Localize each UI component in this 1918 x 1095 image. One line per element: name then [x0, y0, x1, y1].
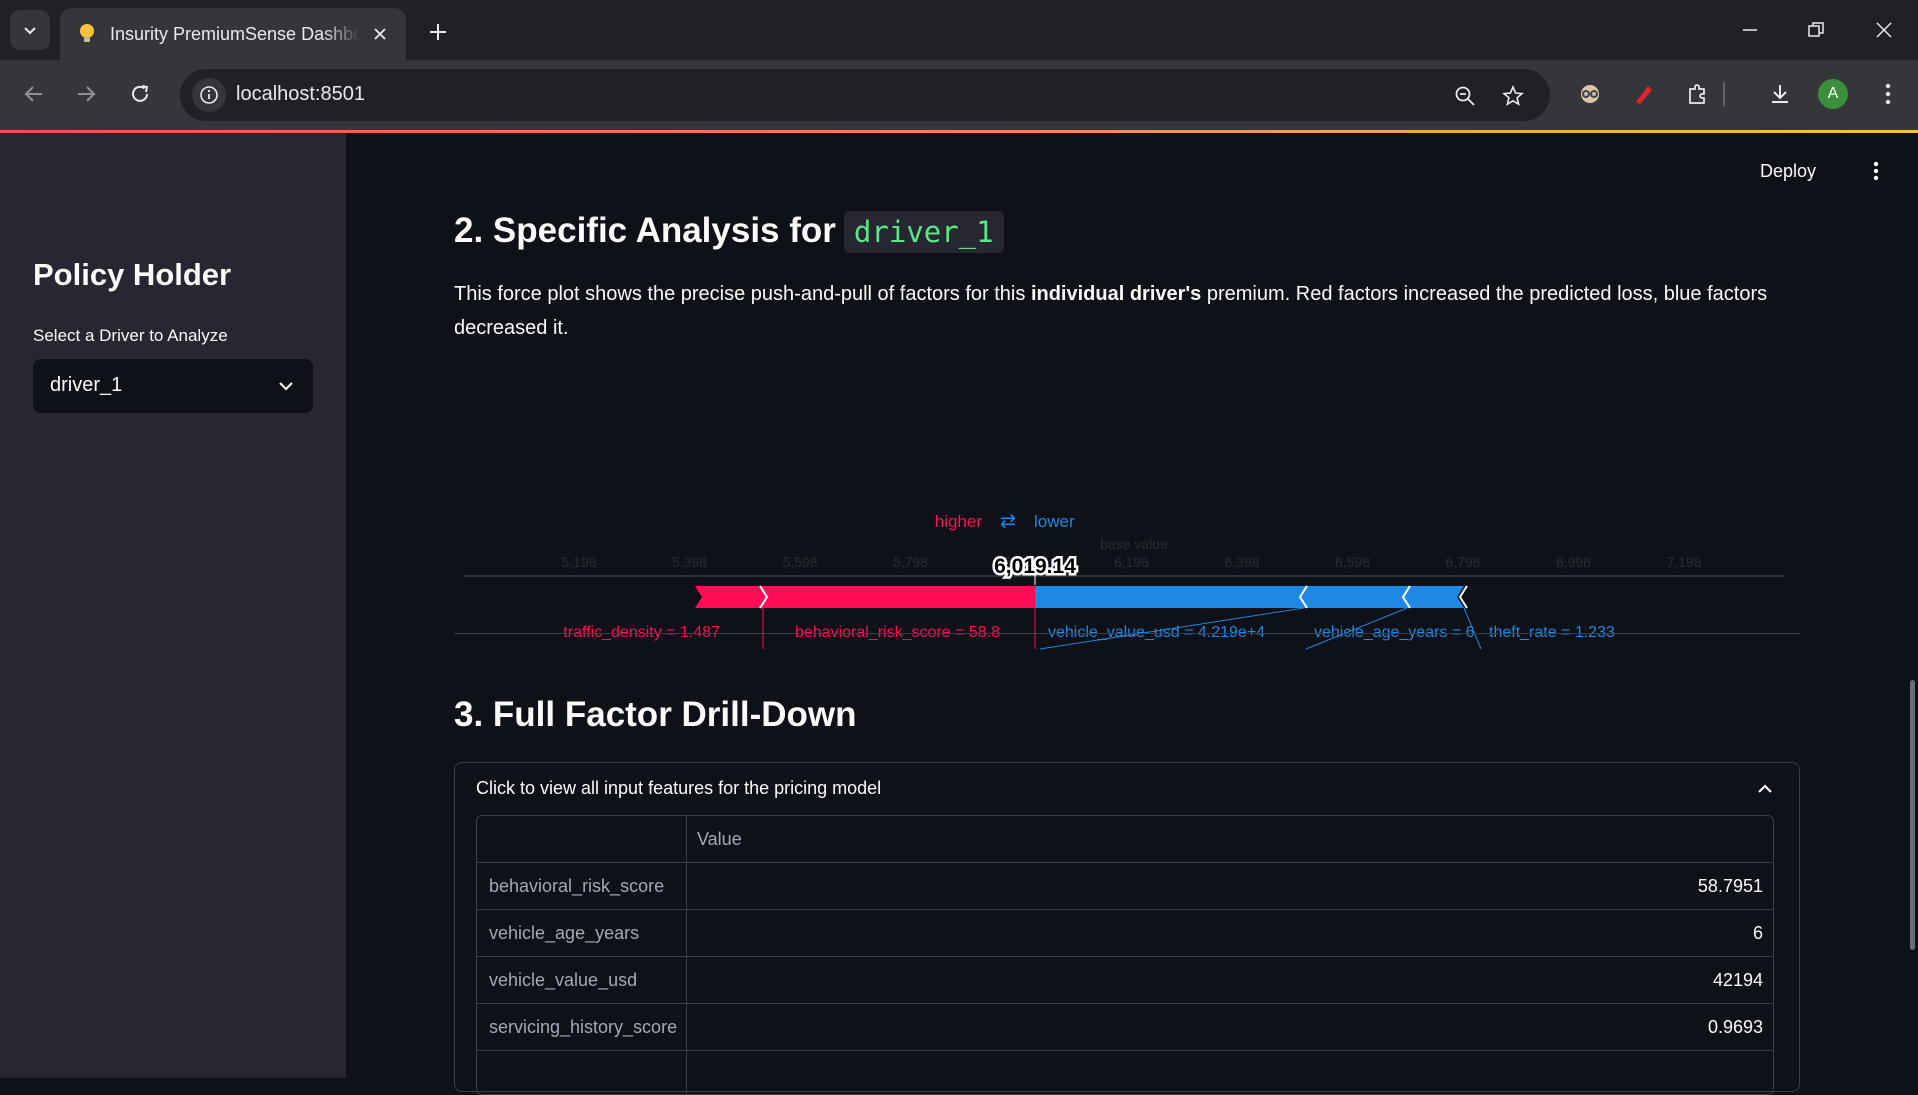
url-text[interactable]: localhost:8501 [236, 83, 365, 106]
driver-select[interactable]: driver_1 [33, 359, 313, 413]
reload-icon [132, 85, 149, 102]
sidebar: Policy Holder Select a Driver to Analyze… [0, 133, 346, 1078]
sidebar-title: Policy Holder [33, 257, 232, 292]
axis-tick-label: 6,598 [1335, 554, 1370, 570]
table-row[interactable]: servicing_history_score 0.9693 [477, 1004, 1773, 1051]
profile-initial: A [1818, 79, 1848, 109]
features-expander[interactable]: Click to view all input features for the… [454, 762, 1800, 1095]
info-icon[interactable] [192, 78, 226, 112]
chevron-down-icon [279, 382, 293, 391]
deploy-button[interactable]: Deploy [1760, 161, 1816, 182]
driver-select-label: Select a Driver to Analyze [33, 326, 228, 345]
browser-toolbar: localhost:8501 A [0, 60, 1918, 130]
new-tab-button[interactable] [420, 14, 456, 50]
browser-tab-bar: Insurity PremiumSense Dashboard [0, 0, 1918, 60]
chevron-down-icon [24, 27, 36, 35]
extension-marker-icon[interactable] [1626, 76, 1662, 112]
features-dataframe[interactable]: Value behavioral_risk_score 58.7951 vehi… [476, 815, 1774, 1095]
toolbar-separator [1722, 76, 1726, 112]
table-row[interactable]: vehicle_age_years 6 [477, 910, 1773, 957]
forward-button[interactable] [66, 74, 106, 114]
axis-tick-label: 7,198 [1666, 554, 1701, 570]
row-feature-value: 0.9693 [1707, 1017, 1763, 1037]
section2-heading-text: 2. Specific Analysis for [454, 211, 836, 250]
chevron-up-icon[interactable] [1753, 777, 1777, 801]
restore-icon [1808, 22, 1824, 37]
row-feature-name: behavioral_risk_score [477, 863, 687, 910]
table-row[interactable]: vehicle_value_usd 42194 [477, 957, 1773, 1004]
tab-title: Insurity PremiumSense Dashboard [110, 23, 360, 44]
profile-avatar[interactable]: A [1815, 76, 1851, 112]
browser-menu-icon[interactable] [1870, 76, 1906, 112]
axis-tick-label: 6,798 [1445, 554, 1480, 570]
reload-button[interactable] [120, 74, 160, 114]
plus-icon [430, 24, 446, 40]
row-feature-value: 6 [1752, 923, 1763, 943]
address-bar[interactable]: localhost:8501 [180, 69, 1550, 121]
zoom-icon[interactable] [1450, 81, 1480, 111]
row-feature-name: vehicle_age_years [477, 910, 687, 957]
axis-tick-label: 5,798 [893, 554, 928, 570]
restore-button[interactable] [1794, 10, 1838, 50]
axis-tick-label: 5,198 [561, 554, 596, 570]
lightbulb-icon [76, 23, 98, 45]
section3-heading: 3. Full Factor Drill-Down [454, 695, 857, 734]
main-content: Deploy 2. Specific Analysis for driver_1 … [346, 133, 1918, 1095]
arrow-right-icon [78, 86, 96, 102]
legend-arrows: ⇄ [1000, 511, 1016, 532]
legend-higher: higher [935, 512, 983, 531]
row-feature-value: 58.7951 [1697, 876, 1763, 896]
back-button[interactable] [14, 74, 54, 114]
row-feature-value: 42194 [1712, 970, 1763, 990]
force-plot-description: This force plot shows the precise push-a… [454, 277, 1814, 345]
page-scrollbar[interactable] [1910, 680, 1915, 950]
positive-bar [695, 586, 1035, 608]
row-feature-name [477, 1051, 687, 1094]
extension-glasses-icon[interactable] [1572, 76, 1608, 112]
output-value: 6,019.14 [994, 555, 1076, 578]
value-column-header[interactable]: Value [697, 829, 742, 850]
base-value-label: base value [1100, 536, 1168, 552]
section-divider [454, 633, 1800, 634]
legend-lower: lower [1034, 512, 1075, 531]
axis-tick-label: 6,198 [1114, 554, 1149, 570]
close-tab-icon[interactable] [368, 22, 392, 46]
axis-tick-label: 5,398 [672, 554, 707, 570]
app-menu-icon[interactable] [1864, 159, 1888, 183]
axis-tick-label: 5,598 [782, 554, 817, 570]
negative-bar [1035, 586, 1464, 608]
download-icon[interactable] [1762, 76, 1798, 112]
dataframe-header-row: Value [477, 816, 1773, 863]
row-feature-name: vehicle_value_usd [477, 957, 687, 1004]
row-feature-name: servicing_history_score [477, 1004, 687, 1051]
axis-ticks: 5,198 5,398 5,598 5,798 5,998 6,198 6,398 6,598… [561, 554, 1701, 570]
tab-search-button[interactable] [10, 10, 50, 50]
minimize-icon [1743, 29, 1757, 31]
expander-label[interactable]: Click to view all input features for the… [476, 778, 881, 799]
description-part-1: This force plot shows the precise push-a… [454, 283, 1031, 305]
description-bold: individual driver's [1030, 283, 1202, 305]
axis-tick-label: 6,998 [1556, 554, 1591, 570]
index-header [477, 816, 687, 863]
section2-heading: 2. Specific Analysis for driver_1 [454, 211, 1004, 253]
force-plot: higher ⇄ lower base value 5,198 5,398 5,59… [464, 511, 1784, 650]
driver-select-value: driver_1 [50, 374, 123, 396]
axis-tick-label: 6,398 [1224, 554, 1259, 570]
table-row[interactable] [477, 1051, 1773, 1094]
driver-code-chip: driver_1 [843, 211, 1004, 253]
bookmark-star-icon[interactable] [1498, 81, 1528, 111]
close-icon [1876, 22, 1892, 38]
extensions-puzzle-icon[interactable] [1680, 76, 1716, 112]
browser-tab[interactable]: Insurity PremiumSense Dashboard [60, 8, 406, 60]
table-row[interactable]: behavioral_risk_score 58.7951 [477, 863, 1773, 910]
close-window-button[interactable] [1862, 10, 1906, 50]
force-bars [695, 585, 1468, 609]
minimize-button[interactable] [1728, 10, 1772, 50]
feature-labels: traffic_density = 1.487 behavioral_risk_s… [563, 607, 1615, 650]
arrow-left-icon [24, 86, 42, 102]
